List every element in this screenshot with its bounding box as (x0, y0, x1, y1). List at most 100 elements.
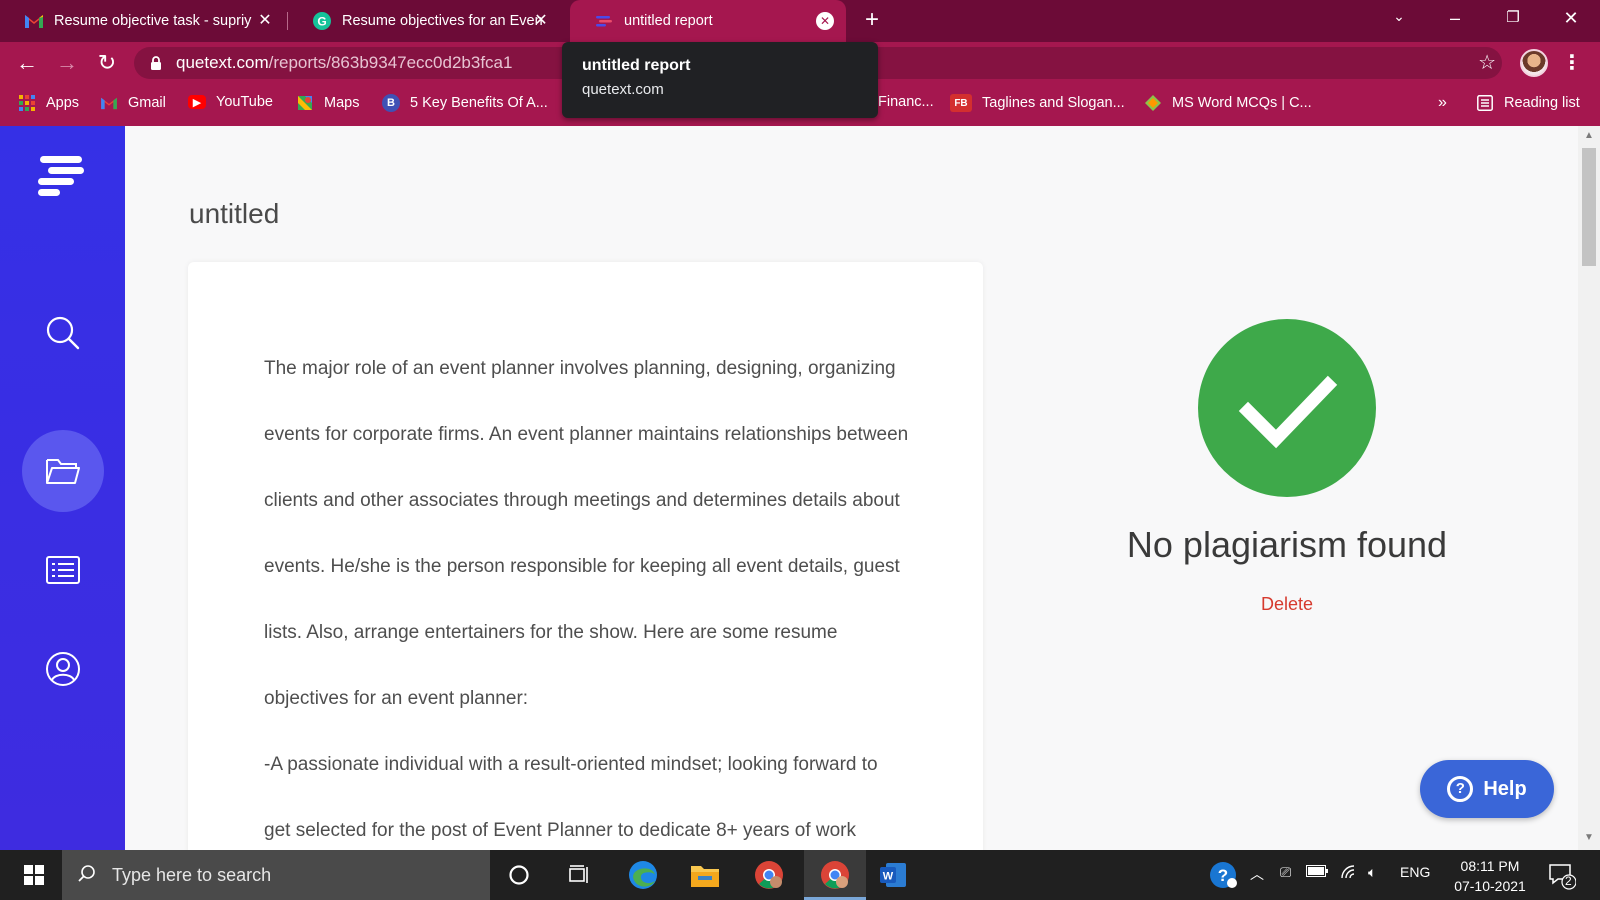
document-line: -A passionate individual with a result-o… (264, 754, 878, 775)
lock-icon (150, 56, 162, 70)
url-text: quetext.com/reports/863b9347ecc0d2b3fca1 (176, 53, 512, 73)
bookmark-finance[interactable]: Financ... (878, 94, 934, 110)
sidebar-search[interactable] (22, 292, 104, 374)
tab-title: untitled report (624, 13, 713, 29)
gmail-icon (24, 11, 44, 31)
maps-icon (296, 94, 314, 112)
back-arrow-icon[interactable]: ← (14, 51, 40, 77)
help-question-icon: ? (1447, 776, 1474, 802)
bookmark-apps[interactable]: Apps (18, 94, 79, 112)
tab-quetext-active[interactable]: untitled report ✕ (570, 0, 846, 42)
svg-text:W: W (883, 871, 894, 883)
forward-arrow-icon[interactable]: → (54, 51, 80, 77)
restore-icon[interactable]: ❐ (1498, 8, 1528, 26)
bookmark-gmail[interactable]: Gmail (100, 94, 166, 112)
tab-strip: Resume objective task - supriy ✕ G Resum… (0, 0, 1600, 42)
task-view-icon[interactable] (562, 858, 596, 892)
tab-tooltip: untitled report quetext.com (562, 42, 878, 118)
close-window-icon[interactable]: ✕ (1556, 8, 1586, 29)
close-tab-icon[interactable]: ✕ (532, 12, 550, 30)
bookmark-star-icon[interactable]: ☆ (1478, 50, 1496, 75)
tab-title: Resume objective task - supriy (54, 13, 252, 29)
profile-avatar[interactable] (1520, 49, 1548, 77)
clock-time: 08:11 PM (1460, 858, 1520, 874)
document-card: The major role of an event planner invol… (188, 262, 983, 850)
sidebar-reports[interactable] (22, 430, 104, 512)
windows-start-icon[interactable] (10, 850, 58, 900)
wifi-icon[interactable] (1340, 864, 1360, 883)
quetext-icon (594, 11, 614, 31)
document-line: get selected for the post of Event Plann… (264, 820, 856, 841)
document-line: objectives for an event planner: (264, 688, 529, 709)
language-indicator[interactable]: ENG (1400, 864, 1430, 880)
bookmark-benefits[interactable]: B 5 Key Benefits Of A... (382, 94, 548, 112)
search-icon (46, 316, 80, 350)
minimize-icon[interactable]: – (1440, 8, 1470, 29)
help-tray-icon[interactable]: ? (1208, 860, 1238, 893)
quetext-logo-icon[interactable] (38, 154, 86, 198)
bookmark-maps[interactable]: Maps (296, 94, 359, 112)
taskbar-clock[interactable]: 08:11 PM 07-10-2021 (1444, 856, 1536, 896)
volume-icon[interactable]: 🔈︎ (1368, 864, 1376, 881)
site-icon (1144, 94, 1162, 112)
notification-count: 2 (1565, 874, 1572, 888)
delete-link[interactable]: Delete (1237, 594, 1337, 615)
reading-list-label: Reading list (1504, 95, 1580, 111)
overflow-label: » (1438, 94, 1447, 111)
tab-grammarly[interactable]: G Resume objectives for an Even ✕ (288, 0, 562, 42)
gmail-icon (100, 94, 118, 112)
result-message: No plagiarism found (1126, 524, 1448, 565)
close-tab-icon[interactable]: ✕ (256, 12, 274, 30)
help-button[interactable]: ? Help (1420, 760, 1554, 818)
reload-icon[interactable]: ↻ (94, 51, 120, 77)
file-explorer-icon[interactable] (688, 858, 722, 892)
search-icon (78, 864, 96, 887)
reading-list-button[interactable]: Reading list (1476, 94, 1580, 112)
notifications-icon[interactable]: 2 (1548, 862, 1577, 890)
clock-date: 07-10-2021 (1454, 878, 1526, 894)
cortana-icon[interactable] (502, 858, 536, 892)
bookmarks-overflow-button[interactable]: » (1438, 94, 1447, 112)
search-placeholder: Type here to search (112, 864, 272, 885)
word-icon[interactable]: W (876, 858, 910, 892)
close-tab-icon[interactable]: ✕ (816, 12, 834, 30)
chrome-icon[interactable] (752, 858, 786, 892)
tooltip-title: untitled report (582, 57, 691, 74)
taskbar: Type here to search W ? ︿ ⎚ 🔈︎ ENG 08:11… (0, 850, 1600, 900)
tab-title: Resume objectives for an Even (342, 13, 543, 29)
scroll-thumb[interactable] (1582, 148, 1596, 266)
show-hidden-icons-chevron-icon[interactable]: ︿ (1250, 864, 1264, 884)
menu-kebab-icon[interactable]: ⋮ (1562, 50, 1582, 75)
bookmark-msword[interactable]: MS Word MCQs | C... (1144, 94, 1312, 112)
tab-search-chevron-icon[interactable]: ⌄ (1384, 8, 1414, 25)
success-checkmark-icon (1198, 319, 1376, 497)
taskbar-search-box[interactable]: Type here to search (62, 850, 490, 900)
meet-now-icon[interactable]: ⎚ (1280, 864, 1291, 881)
chrome-profile-icon[interactable] (818, 858, 852, 892)
document-line: events. He/she is the person responsible… (264, 556, 900, 577)
fb-icon: FB (950, 94, 972, 112)
page-title: untitled (189, 198, 280, 229)
bookmark-youtube[interactable]: ▶ YouTube (188, 94, 273, 110)
bookmark-label: 5 Key Benefits Of A... (410, 95, 548, 111)
bookmark-label: Maps (324, 95, 360, 111)
tab-gmail[interactable]: Resume objective task - supriy ✕ (0, 0, 286, 42)
list-document-icon (46, 556, 80, 584)
bookmark-label: Financ... (878, 94, 934, 110)
new-tab-button[interactable]: + (860, 8, 884, 33)
scroll-down-arrow-icon[interactable]: ▼ (1583, 832, 1595, 846)
sidebar-list[interactable] (22, 529, 104, 611)
vertical-scrollbar[interactable]: ▲ ▼ (1578, 126, 1600, 850)
apps-grid-icon (18, 94, 36, 112)
sidebar-account[interactable] (22, 628, 104, 710)
site-icon: B (382, 94, 400, 112)
bookmark-label: MS Word MCQs | C... (1172, 95, 1312, 111)
folder-open-icon (46, 459, 80, 484)
edge-browser-icon[interactable] (626, 858, 660, 892)
bookmark-taglines[interactable]: FB Taglines and Slogan... (950, 94, 1125, 112)
screen: Resume objective task - supriy ✕ G Resum… (0, 0, 1600, 900)
sidebar (0, 126, 125, 850)
battery-icon[interactable] (1306, 864, 1328, 880)
scroll-up-arrow-icon[interactable]: ▲ (1583, 130, 1595, 144)
url-path: /reports/863b9347ecc0d2b3fca1 (268, 53, 513, 72)
